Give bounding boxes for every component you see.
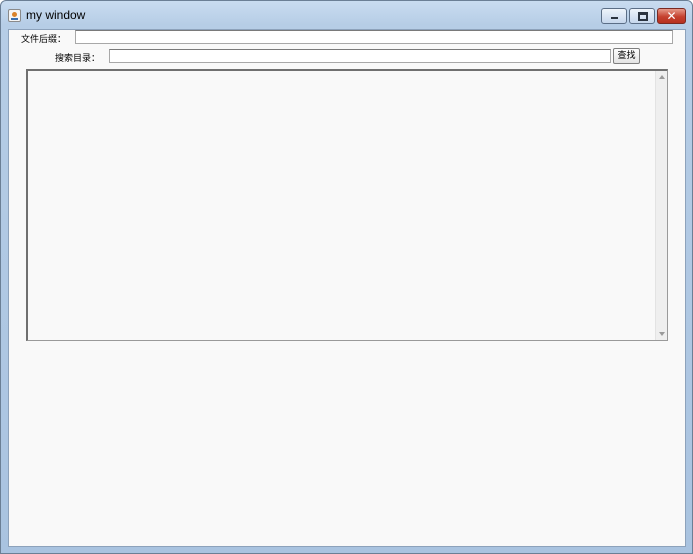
app-window: my window ✕ 文件后缀： 搜索目录： 查找	[0, 0, 693, 554]
scroll-down-icon[interactable]	[659, 332, 665, 336]
close-icon: ✕	[666, 9, 677, 23]
directory-input[interactable]	[109, 49, 611, 63]
title-bar[interactable]: my window ✕	[1, 1, 692, 29]
java-cup-icon	[8, 9, 21, 22]
close-button[interactable]: ✕	[657, 8, 686, 24]
suffix-input[interactable]	[75, 30, 673, 44]
suffix-label: 文件后缀：	[21, 35, 67, 45]
scroll-up-icon[interactable]	[659, 75, 665, 79]
minimize-icon	[611, 17, 618, 19]
results-text-area[interactable]	[26, 69, 668, 341]
minimize-button[interactable]	[601, 8, 627, 24]
directory-label: 搜索目录：	[55, 54, 101, 64]
vertical-scrollbar[interactable]	[655, 71, 667, 340]
content-panel: 文件后缀： 搜索目录： 查找	[8, 29, 686, 547]
maximize-icon	[638, 12, 648, 21]
search-button[interactable]: 查找	[613, 48, 640, 64]
maximize-button[interactable]	[629, 8, 655, 24]
window-title: my window	[26, 8, 86, 22]
